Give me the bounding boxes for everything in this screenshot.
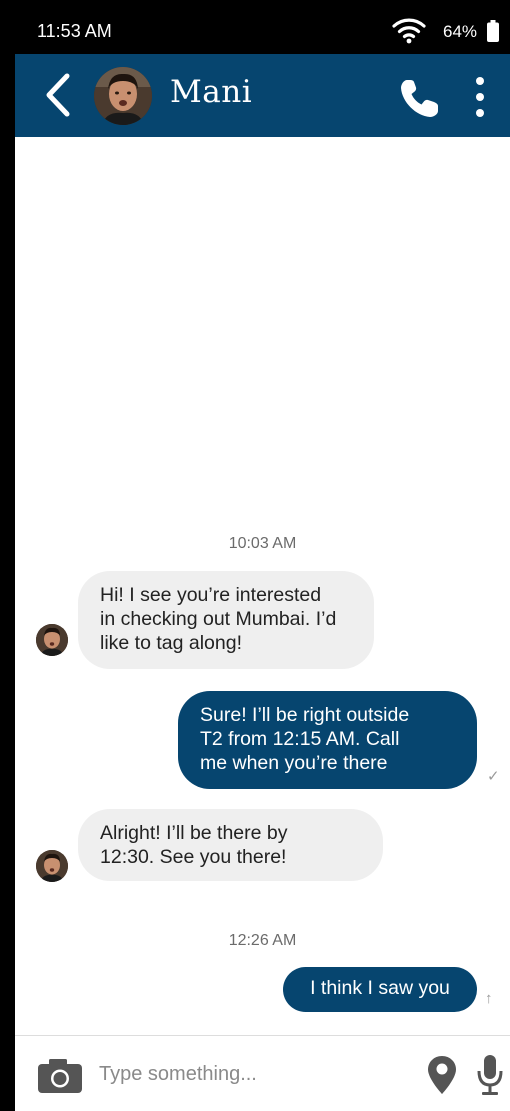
delivered-check-icon: ✓ bbox=[487, 768, 500, 785]
message-bubble-incoming[interactable]: Alright! I’ll be there by 12:30. See you… bbox=[78, 809, 383, 881]
message-text: Hi! I see you’re interested bbox=[100, 584, 322, 606]
chevron-left-icon[interactable] bbox=[41, 72, 75, 118]
timestamp: 12:26 AM bbox=[228, 932, 297, 949]
message-text: like to tag along! bbox=[100, 632, 243, 654]
phone-screen: 11:53 AM 64% Mani 10:03 AM Hi! I see you… bbox=[0, 0, 510, 1111]
chat-header: Mani bbox=[15, 54, 510, 137]
more-vertical-icon[interactable] bbox=[470, 76, 490, 118]
message-text: Alright! I’ll be there by bbox=[100, 822, 288, 844]
message-text: in checking out Mumbai. I’d bbox=[100, 608, 337, 630]
sender-avatar bbox=[36, 850, 68, 882]
message-bubble-outgoing[interactable]: I think I saw you bbox=[283, 967, 477, 1012]
message-bubble-incoming[interactable]: Hi! I see you’re interested in checking … bbox=[78, 571, 374, 669]
camera-icon[interactable] bbox=[37, 1058, 83, 1094]
microphone-icon[interactable] bbox=[477, 1054, 503, 1096]
contact-name[interactable]: Mani bbox=[170, 74, 252, 110]
message-text: T2 from 12:15 AM. Call bbox=[200, 728, 400, 750]
message-composer bbox=[15, 1035, 510, 1111]
message-input[interactable] bbox=[99, 1056, 409, 1092]
timestamp: 10:03 AM bbox=[228, 535, 297, 552]
message-text: 12:30. See you there! bbox=[100, 846, 287, 868]
message-list[interactable]: 10:03 AM Hi! I see you’re interested in … bbox=[15, 137, 510, 1035]
status-time: 11:53 AM bbox=[37, 21, 112, 41]
location-pin-icon[interactable] bbox=[427, 1055, 457, 1095]
battery-percentage: 64% bbox=[443, 22, 478, 41]
message-bubble-outgoing[interactable]: Sure! I’ll be right outside T2 from 12:1… bbox=[178, 691, 477, 789]
contact-avatar[interactable] bbox=[94, 67, 152, 125]
message-text: I think I saw you bbox=[310, 977, 450, 999]
phone-icon[interactable] bbox=[398, 76, 442, 120]
sending-arrow-icon: ↑ bbox=[485, 990, 493, 1007]
status-bar: 11:53 AM 64% bbox=[15, 10, 510, 54]
message-text: me when you’re there bbox=[200, 752, 388, 774]
battery-icon bbox=[487, 20, 499, 42]
message-text: Sure! I’ll be right outside bbox=[200, 704, 410, 726]
sender-avatar bbox=[36, 624, 68, 656]
wifi-icon bbox=[392, 18, 426, 44]
